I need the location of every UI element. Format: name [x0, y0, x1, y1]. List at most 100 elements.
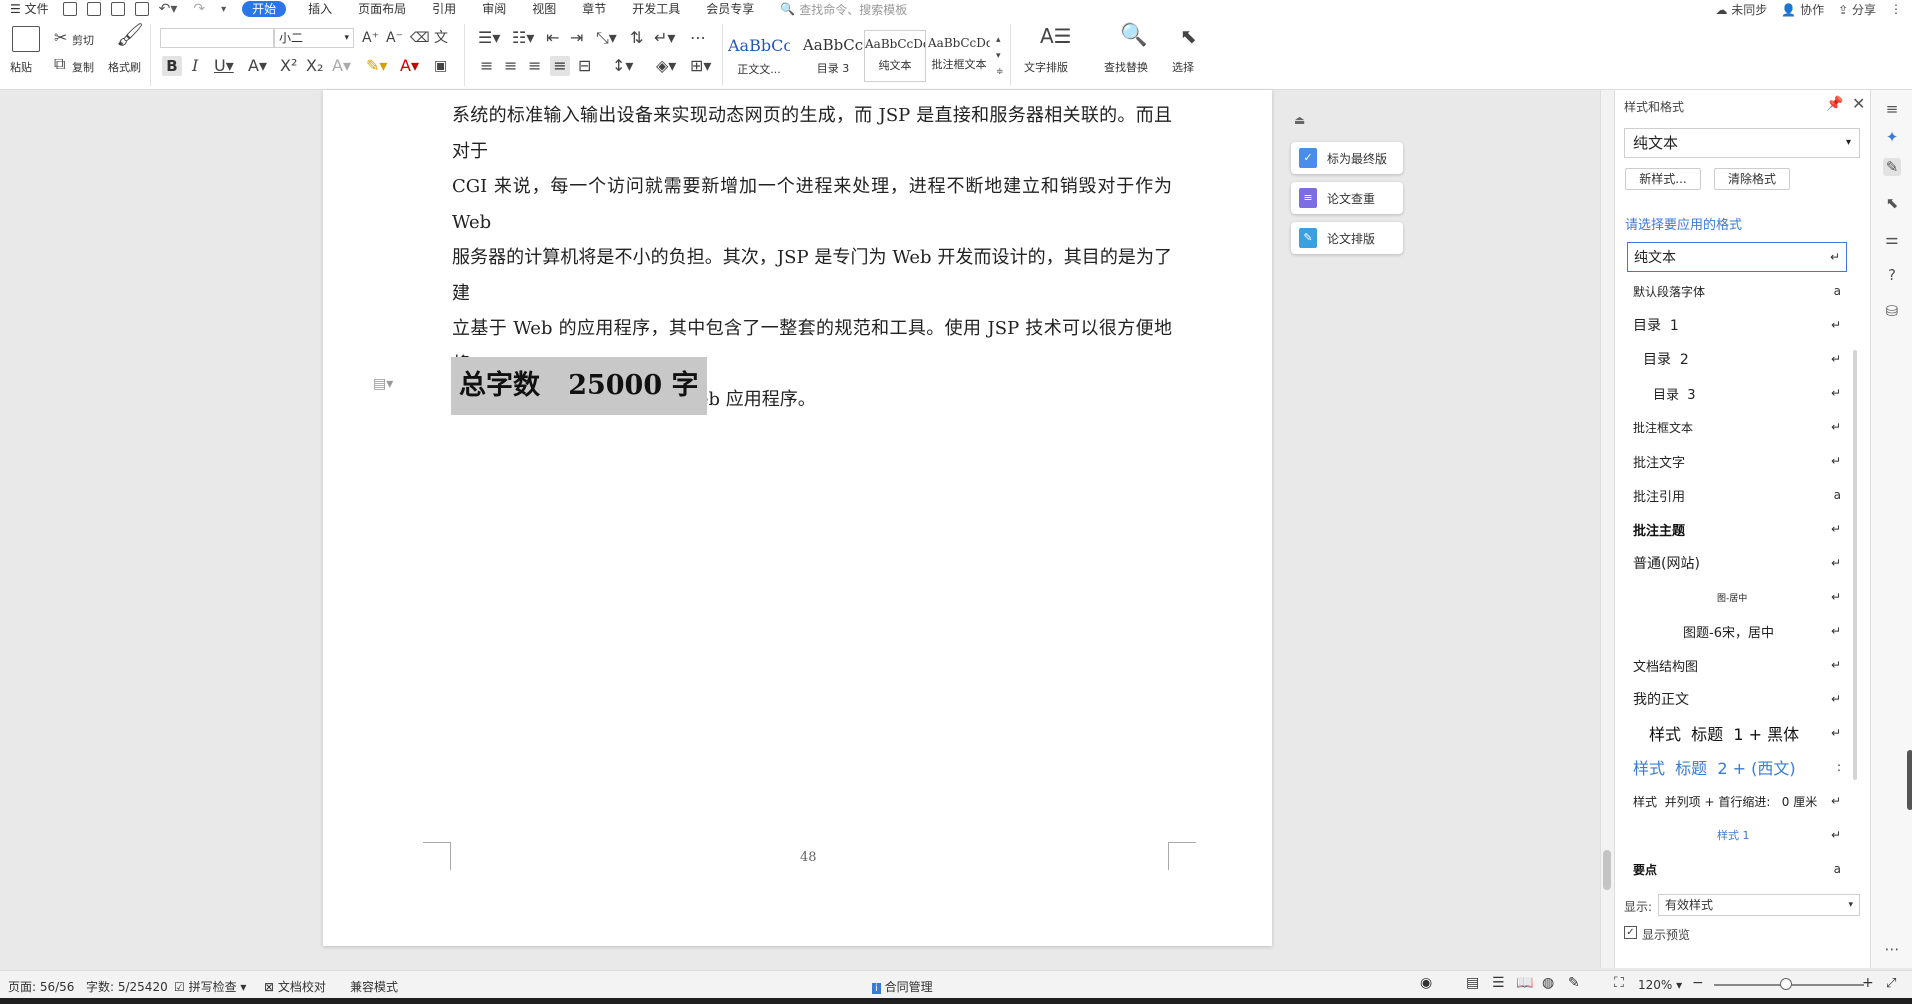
styles-scroll-up-icon[interactable]: ▴: [996, 32, 1001, 48]
command-search[interactable]: 🔍 查找命令、搜索模板: [780, 1, 907, 18]
style-tile-comment-box[interactable]: AaBbCcDd 批注框文本: [928, 30, 990, 82]
style-list-item[interactable]: 要点 a: [1627, 854, 1847, 884]
style-list-item[interactable]: 样式 1 ↵: [1627, 820, 1847, 850]
style-tile-plain-text[interactable]: AaBbCcDd 纯文本: [864, 30, 926, 82]
share-button[interactable]: ⇪ 分享: [1838, 1, 1876, 18]
file-menu[interactable]: ☰ 文件: [10, 1, 49, 17]
menu-lines-icon[interactable]: ≡: [1883, 100, 1901, 118]
scissors-icon[interactable]: ✂: [54, 30, 67, 46]
adjust-sliders-icon[interactable]: ⚌: [1883, 230, 1901, 248]
word-count-heading[interactable]: 总字数 25000 字: [451, 357, 707, 415]
style-list-item[interactable]: 批注主题 ↵: [1627, 514, 1847, 544]
font-size-select[interactable]: 小二 ▾: [274, 28, 354, 48]
style-list-item[interactable]: 样式 标题 2 + (西文):: [1627, 752, 1847, 782]
distributed-icon[interactable]: ⊟: [578, 58, 591, 74]
find-replace-button[interactable]: 查找替换: [1104, 59, 1148, 75]
increase-indent-icon[interactable]: ⇥: [570, 30, 583, 46]
style-list-item[interactable]: 纯文本 ↵: [1627, 242, 1847, 272]
text-effect-icon[interactable]: A▾: [332, 58, 351, 74]
contract-manage-button[interactable]: i 合同管理: [872, 978, 933, 995]
highlight-icon[interactable]: ✎▾: [366, 58, 387, 74]
current-style-select[interactable]: 纯文本 ▾: [1624, 128, 1860, 158]
style-list-item[interactable]: 我的正文 ↵: [1627, 684, 1847, 714]
help-icon[interactable]: ?: [1883, 266, 1901, 284]
cut-button[interactable]: 剪切: [72, 32, 94, 48]
outline-view-icon[interactable]: ☰: [1492, 975, 1505, 991]
char-border-icon[interactable]: ▣: [434, 58, 447, 74]
undo-icon[interactable]: ↶▾: [159, 1, 178, 17]
web-view-icon[interactable]: ◍: [1542, 975, 1554, 991]
write-view-icon[interactable]: ✎: [1568, 975, 1580, 991]
mark-final-button[interactable]: ✓ 标为最终版: [1291, 142, 1403, 174]
style-tile-body[interactable]: AaBbCcI 正文文...: [728, 30, 790, 82]
line-spacing-icon[interactable]: ↕▾: [612, 58, 633, 74]
select-pointer-icon[interactable]: ⬉: [1883, 194, 1901, 212]
phonetic-icon[interactable]: 文: [434, 30, 448, 46]
paragraph-handle-icon[interactable]: ▤▾: [373, 376, 393, 392]
tab-stops-icon[interactable]: ⋯: [690, 30, 706, 46]
fullscreen-icon[interactable]: ⤢: [1886, 976, 1896, 991]
tab-member[interactable]: 会员专享: [706, 1, 754, 17]
zoom-out-icon[interactable]: −: [1692, 975, 1704, 991]
style-list-item[interactable]: 样式 并列项 + 首行缩进: 0 厘米 ↵: [1627, 786, 1847, 816]
format-painter-button[interactable]: 格式刷: [108, 59, 141, 75]
quick-access-dropdown-icon[interactable]: ▾: [221, 4, 226, 15]
read-view-icon[interactable]: 📖: [1516, 975, 1533, 991]
thesis-layout-button[interactable]: ✎ 论文排版: [1291, 222, 1403, 254]
edit-pen-icon[interactable]: ✎: [1883, 158, 1901, 176]
format-painter-icon[interactable]: 🖌: [116, 25, 144, 47]
bullet-list-icon[interactable]: ☰▾: [478, 30, 500, 46]
decrease-indent-icon[interactable]: ⇤: [546, 30, 559, 46]
styles-scroll-down-icon[interactable]: ▾: [996, 48, 1001, 64]
collapse-icon[interactable]: ⏏: [1294, 113, 1305, 127]
style-brush-icon[interactable]: ✦: [1883, 128, 1901, 146]
style-list-scrollbar[interactable]: [1853, 350, 1857, 780]
save-icon[interactable]: [62, 2, 77, 16]
proofread-button[interactable]: ⊠ 文档校对: [264, 978, 326, 995]
tab-view[interactable]: 视图: [532, 1, 556, 17]
justify-icon[interactable]: ≡: [550, 56, 570, 76]
print-icon[interactable]: [110, 2, 125, 16]
style-list-item[interactable]: 目录 2 ↵: [1627, 344, 1847, 374]
text-layout-button[interactable]: 文字排版: [1024, 59, 1068, 75]
select-button[interactable]: 选择: [1172, 59, 1194, 75]
zoom-slider-thumb[interactable]: [1780, 978, 1792, 990]
redo-icon[interactable]: ↷: [193, 1, 205, 17]
collab-button[interactable]: 👤 协作: [1781, 1, 1824, 18]
eye-protect-icon[interactable]: ◉: [1420, 975, 1432, 991]
sync-status[interactable]: ☁ 未同步: [1715, 1, 1767, 18]
tab-review[interactable]: 审阅: [482, 1, 506, 17]
spell-check-button[interactable]: ☑ 拼写检查 ▾: [174, 978, 246, 995]
plagiarism-check-button[interactable]: ≡ 论文查重: [1291, 182, 1403, 214]
font-color-icon[interactable]: A▾: [400, 58, 419, 74]
style-list-item[interactable]: 图题-6宋，居中 ↵: [1627, 616, 1847, 646]
paste-button[interactable]: 粘贴: [10, 59, 32, 75]
style-list-item[interactable]: 图-居中 ↵: [1627, 582, 1847, 612]
scrollbar-thumb[interactable]: [1603, 850, 1611, 890]
export-pdf-icon[interactable]: [86, 2, 101, 16]
strikethrough-icon[interactable]: A▾: [248, 58, 267, 74]
new-style-button[interactable]: 新样式...: [1625, 168, 1701, 190]
more-dots-icon[interactable]: ⋯: [1883, 940, 1901, 958]
rail-handle[interactable]: [1907, 750, 1912, 810]
align-left-icon[interactable]: ≡: [480, 58, 493, 74]
tab-home[interactable]: 开始: [242, 1, 287, 17]
clear-format-icon[interactable]: ⌫: [410, 30, 430, 46]
copy-button[interactable]: 复制: [72, 59, 94, 75]
copy-icon[interactable]: ⧉: [54, 56, 65, 72]
subscript-icon[interactable]: X₂: [306, 58, 323, 74]
tab-references[interactable]: 引用: [432, 1, 456, 17]
magnifier-icon[interactable]: 🔍: [1120, 25, 1147, 47]
preview-checkbox[interactable]: ✓: [1624, 926, 1637, 939]
style-list-item[interactable]: 目录 3 ↵: [1627, 378, 1847, 408]
text-direction-icon[interactable]: ⤡▾: [596, 30, 617, 46]
tab-page-layout[interactable]: 页面布局: [358, 1, 406, 17]
clear-format-button[interactable]: 清除格式: [1714, 168, 1790, 190]
style-list-item[interactable]: 目录 1 ↵: [1627, 310, 1847, 340]
tab-chapter[interactable]: 章节: [582, 1, 606, 17]
bold-icon[interactable]: B: [162, 56, 182, 76]
align-center-icon[interactable]: ≡: [504, 58, 517, 74]
align-right-icon[interactable]: ≡: [528, 58, 541, 74]
style-list-item[interactable]: 文档结构图 ↵: [1627, 650, 1847, 680]
fit-page-icon[interactable]: ⛶: [1614, 975, 1624, 991]
